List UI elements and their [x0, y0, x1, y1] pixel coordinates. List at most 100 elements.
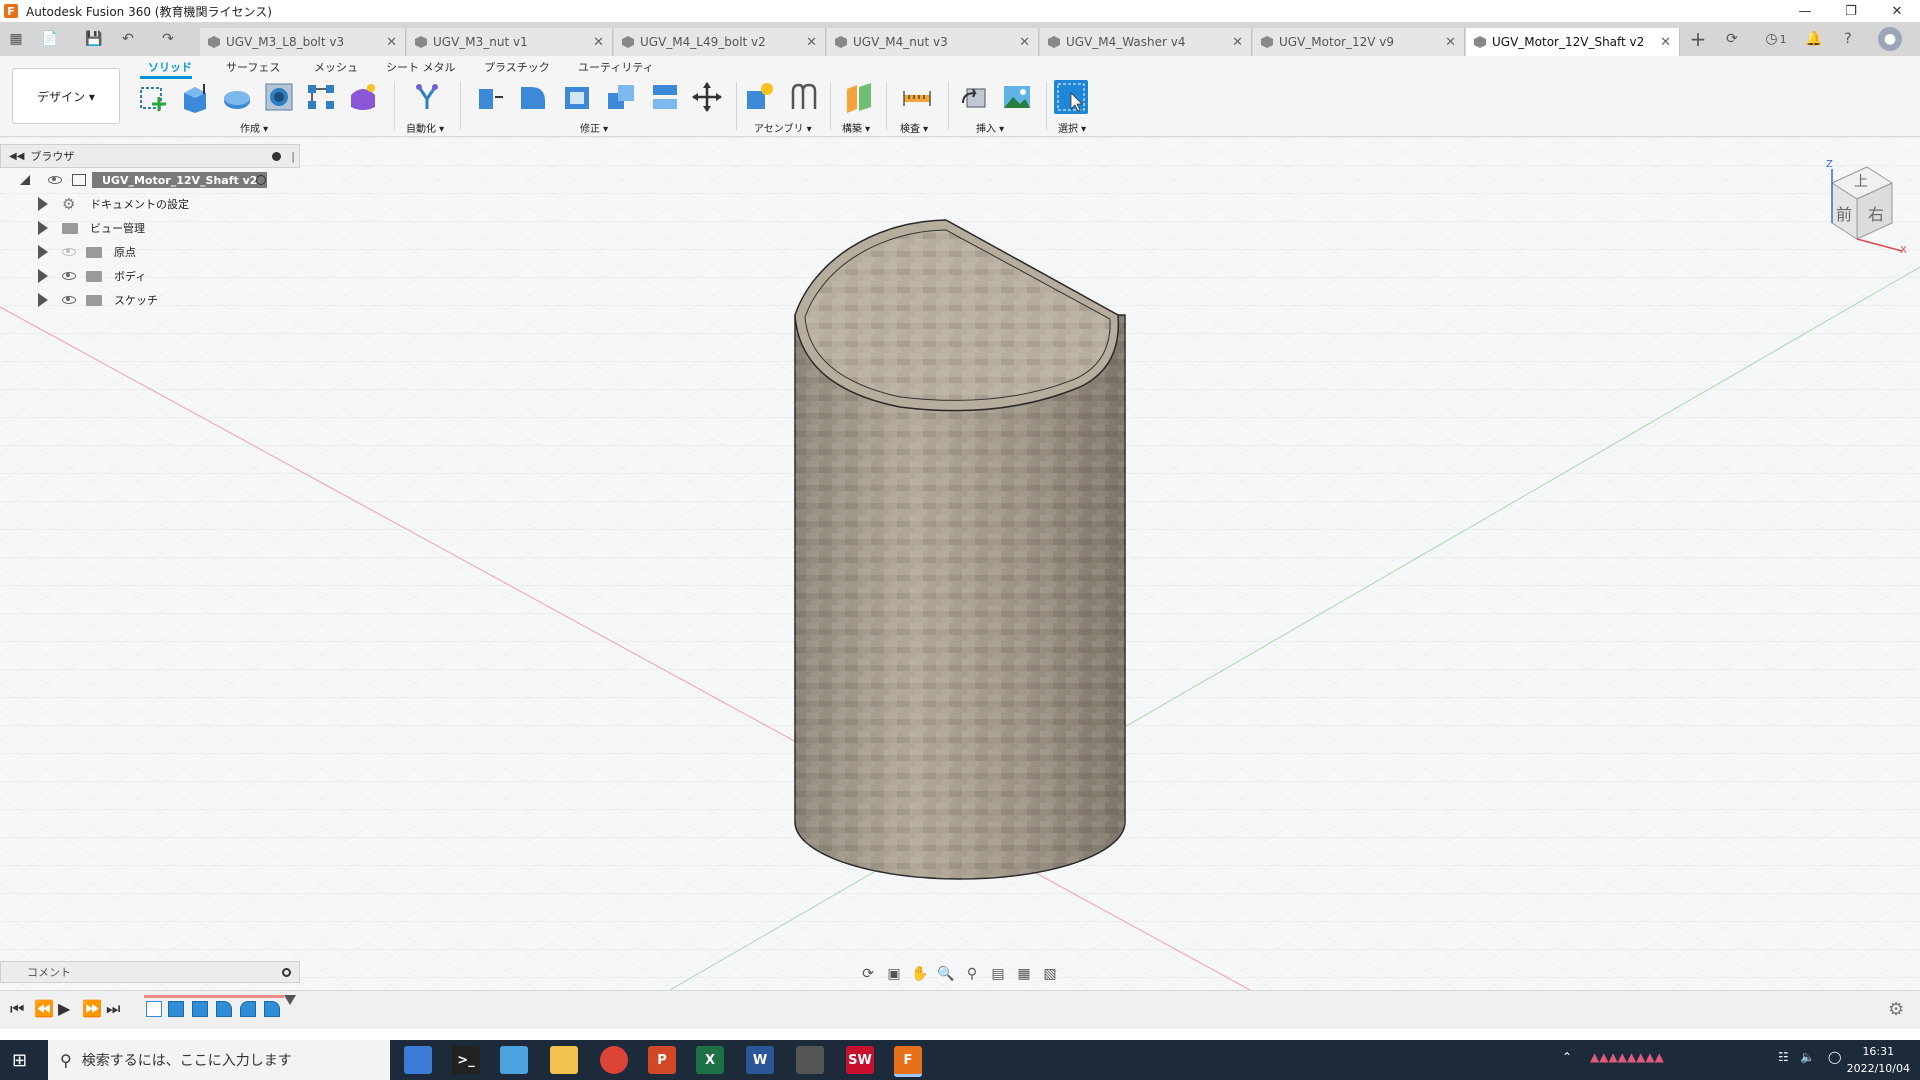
- chrome-app-icon[interactable]: [600, 1046, 628, 1074]
- fusion-app-icon[interactable]: F: [894, 1046, 922, 1077]
- offset-plane-icon[interactable]: [842, 80, 876, 114]
- doc-tab[interactable]: UGV_M3_L8_bolt v3 ✕: [200, 28, 406, 56]
- timeline-start-icon[interactable]: ⏮: [10, 999, 24, 1019]
- visibility-eye-icon[interactable]: [62, 296, 76, 304]
- timeline-fillet-icon[interactable]: [264, 1001, 280, 1017]
- help-icon[interactable]: ?: [1836, 27, 1860, 51]
- close-icon[interactable]: ✕: [1874, 0, 1920, 22]
- doc-tab[interactable]: UGV_M4_L49_bolt v2 ✕: [614, 28, 826, 56]
- automate-icon[interactable]: [410, 80, 444, 114]
- redo-icon[interactable]: ↷: [156, 27, 180, 51]
- network-icon[interactable]: ☷: [1778, 1050, 1789, 1064]
- drone-app-icon[interactable]: [796, 1046, 824, 1074]
- ribbon-tab-mesh[interactable]: メッシュ: [314, 59, 358, 75]
- insert-canvas-icon[interactable]: [1000, 80, 1034, 114]
- hole-icon[interactable]: [262, 80, 296, 114]
- split-body-icon[interactable]: [648, 80, 682, 114]
- online-users-icon[interactable]: ◷ 1: [1756, 27, 1796, 51]
- tab-close-icon[interactable]: ✕: [1019, 35, 1030, 50]
- display-settings-icon[interactable]: ▤: [985, 966, 1011, 982]
- undo-icon[interactable]: ↶: [116, 27, 140, 51]
- timeline-end-icon[interactable]: ⏭: [106, 999, 120, 1019]
- browser-item-bodies[interactable]: ボディ: [0, 264, 300, 288]
- group-modify-label[interactable]: 修正 ▾: [580, 120, 608, 135]
- shell-icon[interactable]: [560, 80, 594, 114]
- timeline-settings-gear-icon[interactable]: ⚙: [1888, 999, 1904, 1020]
- browser-item-origin[interactable]: 原点: [0, 240, 300, 264]
- browser-item-view-management[interactable]: ビュー管理: [0, 216, 300, 240]
- orbit-icon[interactable]: ⟳: [855, 966, 881, 982]
- workspace-switcher-button[interactable]: デザイン ▾: [12, 68, 120, 124]
- pan-hand-icon[interactable]: ✋: [907, 966, 933, 982]
- visibility-eye-icon[interactable]: [48, 176, 62, 184]
- timeline-next-icon[interactable]: ⏩: [82, 999, 102, 1018]
- expand-triangle-icon[interactable]: [38, 197, 48, 211]
- expand-triangle-icon[interactable]: [38, 221, 48, 235]
- group-create-label[interactable]: 作成 ▾: [240, 120, 268, 135]
- powerpoint-app-icon[interactable]: P: [648, 1046, 676, 1074]
- new-component-icon[interactable]: [742, 80, 776, 114]
- collapse-panel-icon[interactable]: ◀◀: [9, 151, 24, 162]
- expand-triangle-icon[interactable]: [38, 293, 48, 307]
- view-cube[interactable]: 上 前 右 Z X: [1812, 159, 1912, 261]
- tray-app-icon[interactable]: ▲▲▲▲▲▲▲▲: [1590, 1050, 1664, 1064]
- activate-radio-icon[interactable]: [256, 175, 266, 185]
- tab-close-icon[interactable]: ✕: [386, 35, 397, 50]
- apps-grid-icon[interactable]: ▦: [4, 27, 28, 51]
- press-pull-icon[interactable]: [472, 80, 506, 114]
- timeline-extrude-icon[interactable]: [168, 1001, 184, 1017]
- volume-icon[interactable]: 🔈: [1800, 1050, 1815, 1064]
- windows-start-icon[interactable]: ⊞: [12, 1050, 27, 1071]
- grid-settings-icon[interactable]: ▦: [1011, 966, 1037, 982]
- shaft-body[interactable]: [794, 219, 1126, 880]
- zoom-window-icon[interactable]: ⚲: [959, 966, 985, 982]
- comments-panel[interactable]: コメント: [0, 961, 300, 983]
- browser-item-sketches[interactable]: スケッチ: [0, 288, 300, 312]
- viewports-icon[interactable]: ▧: [1037, 966, 1063, 982]
- measure-icon[interactable]: [900, 80, 934, 114]
- ribbon-tab-solid[interactable]: ソリッド: [148, 59, 192, 75]
- panel-resize-icon[interactable]: |: [291, 150, 295, 163]
- browser-pin-icon[interactable]: [272, 151, 281, 161]
- folder-app-icon[interactable]: [550, 1046, 578, 1074]
- user-avatar-icon[interactable]: ●: [1878, 27, 1902, 51]
- expand-triangle-icon[interactable]: [20, 175, 30, 185]
- group-construct-label[interactable]: 構築 ▾: [842, 120, 870, 135]
- explorer-app-icon[interactable]: [404, 1046, 432, 1074]
- doc-tab[interactable]: UGV_M3_nut v1 ✕: [407, 28, 613, 56]
- notification-center-icon[interactable]: ◯: [1828, 1050, 1841, 1064]
- timeline-sketch-icon[interactable]: [146, 1001, 162, 1017]
- ribbon-tab-plastic[interactable]: プラスチック: [484, 59, 550, 75]
- fillet-icon[interactable]: [516, 80, 550, 114]
- revolve-icon[interactable]: [220, 80, 254, 114]
- taskbar-search-box[interactable]: ⚲ 検索するには、ここに入力します: [48, 1040, 390, 1080]
- expand-triangle-icon[interactable]: [38, 245, 48, 259]
- tab-close-icon[interactable]: ✕: [1232, 35, 1243, 50]
- doc-tab[interactable]: UGV_M4_nut v3 ✕: [827, 28, 1039, 56]
- tab-close-icon[interactable]: ✕: [806, 35, 817, 50]
- timeline-chamfer-icon[interactable]: [240, 1001, 256, 1017]
- pattern-icon[interactable]: [304, 80, 338, 114]
- notification-bell-icon[interactable]: 🔔: [1802, 27, 1826, 51]
- add-comment-icon[interactable]: [282, 967, 291, 977]
- root-component-label[interactable]: UGV_Motor_12V_Shaft v2: [92, 172, 268, 188]
- move-copy-icon[interactable]: [690, 80, 724, 114]
- zoom-icon[interactable]: 🔍: [933, 966, 959, 982]
- view-cube-top-label[interactable]: 上: [1854, 171, 1868, 191]
- notes-app-icon[interactable]: [500, 1046, 528, 1074]
- timeline-fillet-icon[interactable]: [216, 1001, 232, 1017]
- select-tool-icon[interactable]: [1054, 80, 1088, 114]
- doc-tab[interactable]: UGV_M4_Washer v4 ✕: [1040, 28, 1252, 56]
- view-cube-right-label[interactable]: 右: [1868, 201, 1884, 225]
- view-cube-front-label[interactable]: 前: [1836, 201, 1852, 225]
- create-form-icon[interactable]: [346, 80, 380, 114]
- group-automate-label[interactable]: 自動化 ▾: [406, 120, 444, 135]
- terminal-app-icon[interactable]: >_: [452, 1046, 480, 1074]
- visibility-eye-icon[interactable]: [62, 272, 76, 280]
- timeline-marker-icon[interactable]: [284, 995, 296, 1005]
- look-at-icon[interactable]: ▣: [881, 966, 907, 982]
- job-status-icon[interactable]: ⟳: [1720, 27, 1744, 51]
- group-assemble-label[interactable]: アセンブリ ▾: [754, 120, 812, 135]
- save-icon[interactable]: 💾: [82, 27, 106, 51]
- file-menu-icon[interactable]: 📄: [38, 27, 62, 51]
